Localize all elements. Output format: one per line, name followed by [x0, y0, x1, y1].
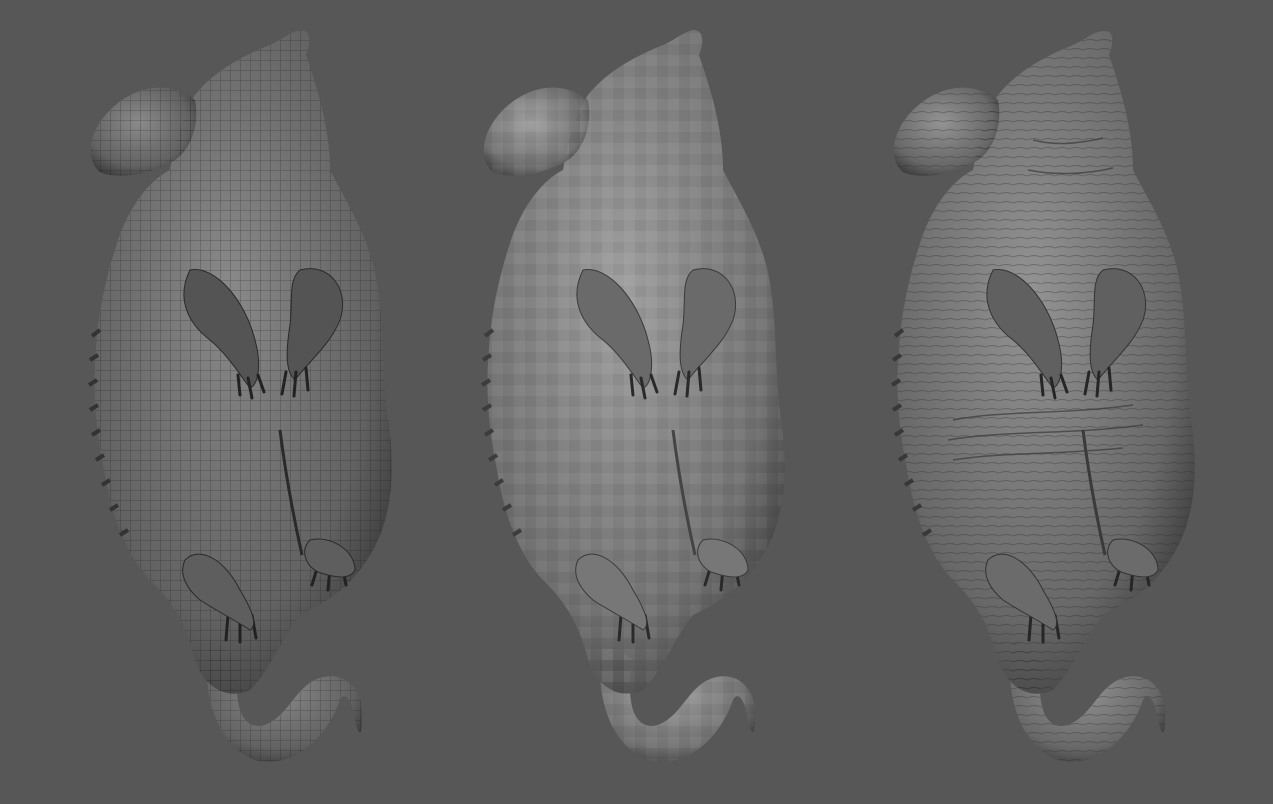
creature-flat-image [480, 30, 785, 762]
creature-sculpt-render [803, 0, 1223, 804]
render-viewport [0, 0, 1273, 804]
creature-wireframe-render [0, 0, 420, 804]
creature-sculpt-image [890, 30, 1195, 762]
creature-flat-render [393, 0, 813, 804]
creature-wireframe-image [87, 30, 392, 762]
